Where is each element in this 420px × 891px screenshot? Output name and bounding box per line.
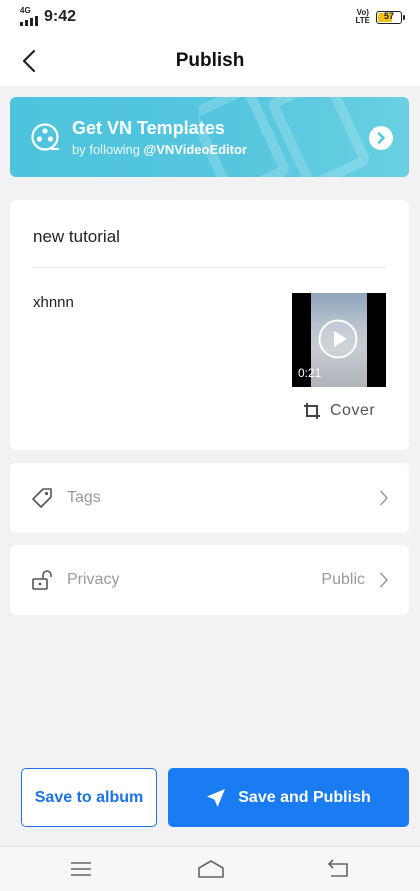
header: Publish [0, 36, 420, 86]
privacy-row[interactable]: Privacy Public [10, 545, 409, 615]
volte-indicator: Vo) LTE [355, 9, 370, 25]
film-reel-icon [31, 123, 60, 151]
banner-handle: @VNVideoEditor [143, 142, 247, 157]
chevron-right-icon [380, 572, 388, 588]
system-nav-bar [0, 846, 420, 891]
tag-icon [32, 488, 52, 508]
volte-line-2: LTE [355, 16, 370, 25]
templates-banner[interactable]: Get VN Templates by following @VNVideoEd… [10, 97, 409, 177]
home-icon[interactable] [196, 858, 226, 880]
signal-icon: 4G [20, 6, 38, 26]
post-details-card: new tutorial xhnnn 0:21 Cover [10, 200, 409, 450]
cover-label: Cover [330, 402, 376, 419]
banner-subtitle-prefix: by following [72, 142, 144, 157]
status-right: Vo) LTE 57 [355, 9, 405, 25]
banner-subtitle: by following @VNVideoEditor [72, 142, 247, 157]
unlock-icon [32, 570, 52, 590]
battery-level: 57 [383, 10, 394, 21]
battery-icon: 57 [376, 10, 405, 24]
cover-button[interactable]: Cover [303, 402, 375, 420]
divider [33, 267, 386, 268]
status-left: 4G 9:42 [20, 6, 77, 26]
play-icon [318, 319, 358, 359]
save-and-publish-label: Save and Publish [238, 788, 371, 806]
save-and-publish-button[interactable]: Save and Publish [168, 768, 409, 827]
status-time: 9:42 [44, 8, 77, 25]
back-icon[interactable] [326, 858, 352, 880]
crop-icon [304, 403, 320, 419]
send-icon [207, 788, 226, 807]
save-to-album-button[interactable]: Save to album [21, 768, 157, 827]
network-type: 4G [20, 6, 31, 15]
title-input[interactable]: new tutorial [33, 227, 120, 247]
banner-arrow-button[interactable] [369, 126, 393, 150]
video-thumbnail[interactable]: 0:21 [292, 293, 386, 387]
menu-icon[interactable] [68, 858, 94, 880]
page-title: Publish [175, 50, 245, 71]
chevron-right-icon [380, 490, 388, 506]
banner-title: Get VN Templates [72, 118, 225, 138]
description-input[interactable]: xhnnn [33, 294, 74, 311]
privacy-value: Public [321, 571, 365, 588]
chevron-right-icon [377, 132, 385, 144]
tags-label: Tags [67, 489, 101, 506]
video-duration: 0:21 [298, 366, 322, 380]
tags-row[interactable]: Tags [10, 463, 409, 533]
privacy-label: Privacy [67, 571, 120, 588]
status-bar: 4G 9:42 Vo) LTE 57 [0, 0, 420, 36]
